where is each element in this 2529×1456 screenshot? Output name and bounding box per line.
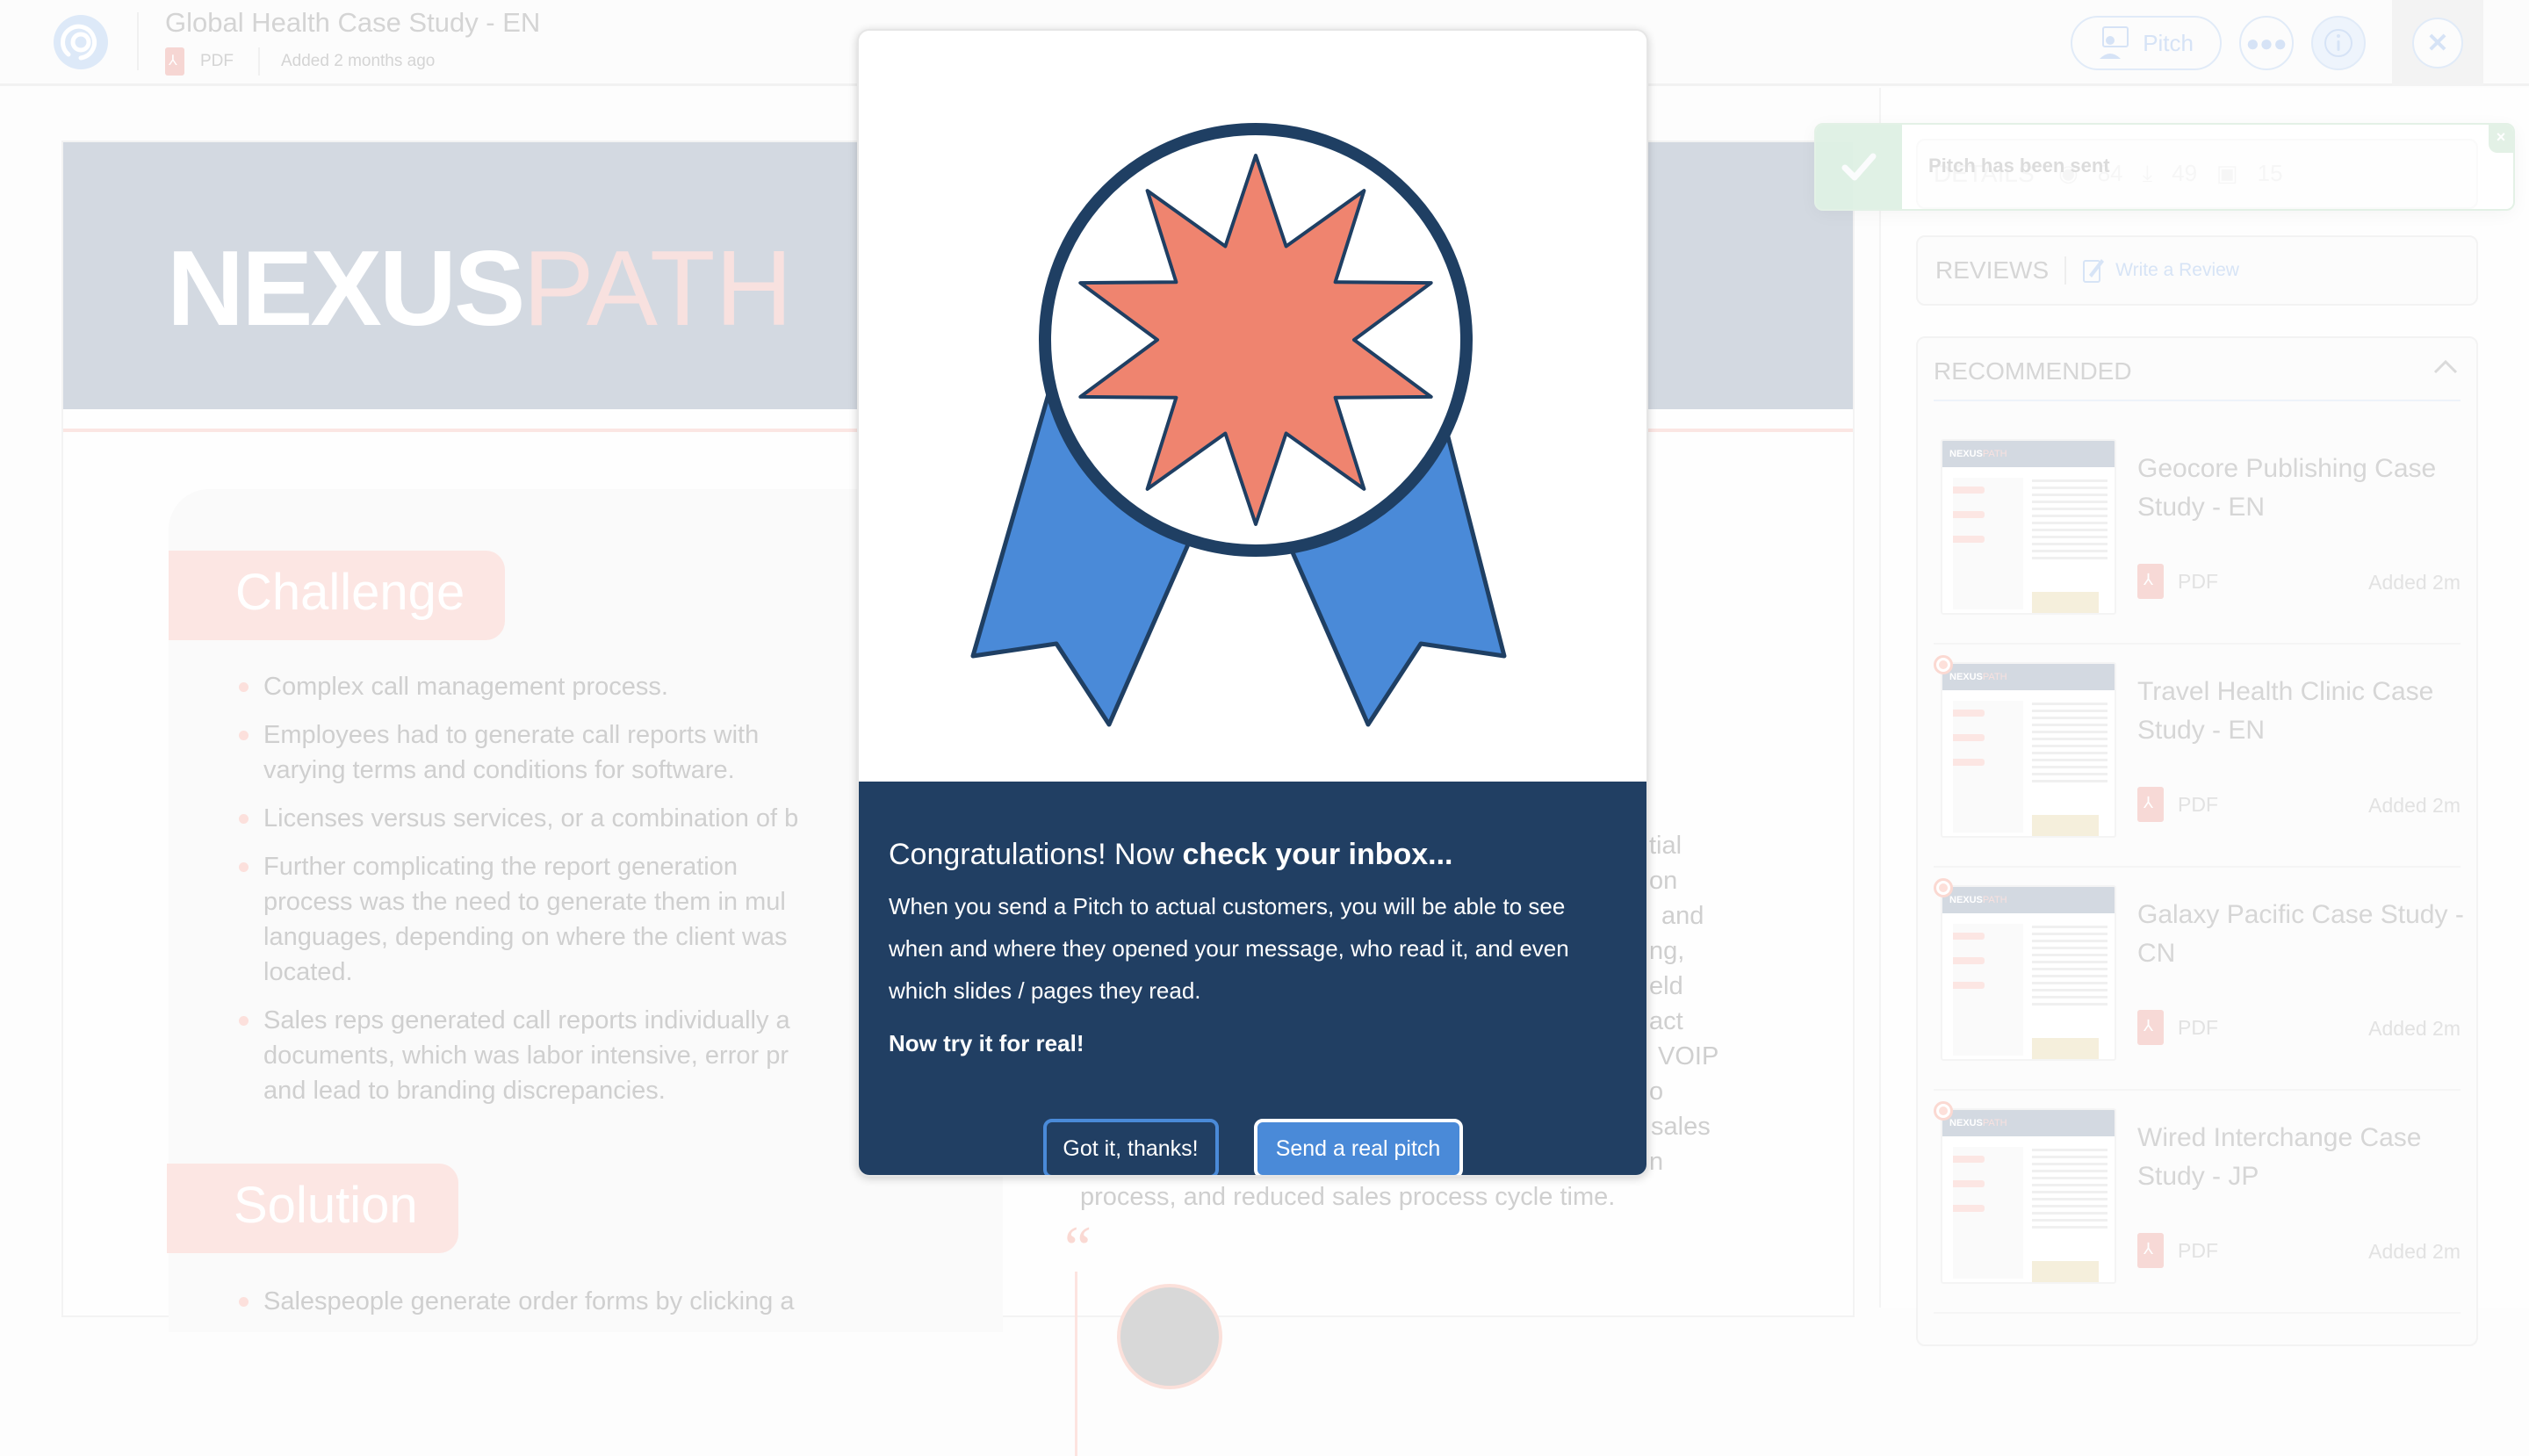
new-badge-icon — [1934, 655, 1953, 674]
modal-call-to-action: Now try it for real! — [889, 1030, 1084, 1057]
new-badge-icon — [1934, 878, 1953, 897]
send-real-pitch-button[interactable]: Send a real pitch — [1254, 1119, 1463, 1177]
modal-illustration — [859, 31, 1646, 782]
award-ribbon-icon — [859, 31, 1648, 782]
congratulations-modal: Congratulations! Now check your inbox...… — [857, 29, 1648, 1177]
got-it-button[interactable]: Got it, thanks! — [1043, 1119, 1219, 1177]
modal-body: Congratulations! Now check your inbox...… — [859, 782, 1646, 1177]
modal-buttons: Got it, thanks! Send a real pitch — [859, 1119, 1646, 1177]
new-badge-icon — [1934, 1101, 1953, 1121]
modal-description: When you send a Pitch to actual customer… — [889, 885, 1618, 1012]
modal-heading: Congratulations! Now check your inbox... — [889, 838, 1453, 872]
app-page: Global Health Case Study - EN PDF Added … — [0, 0, 2529, 1308]
